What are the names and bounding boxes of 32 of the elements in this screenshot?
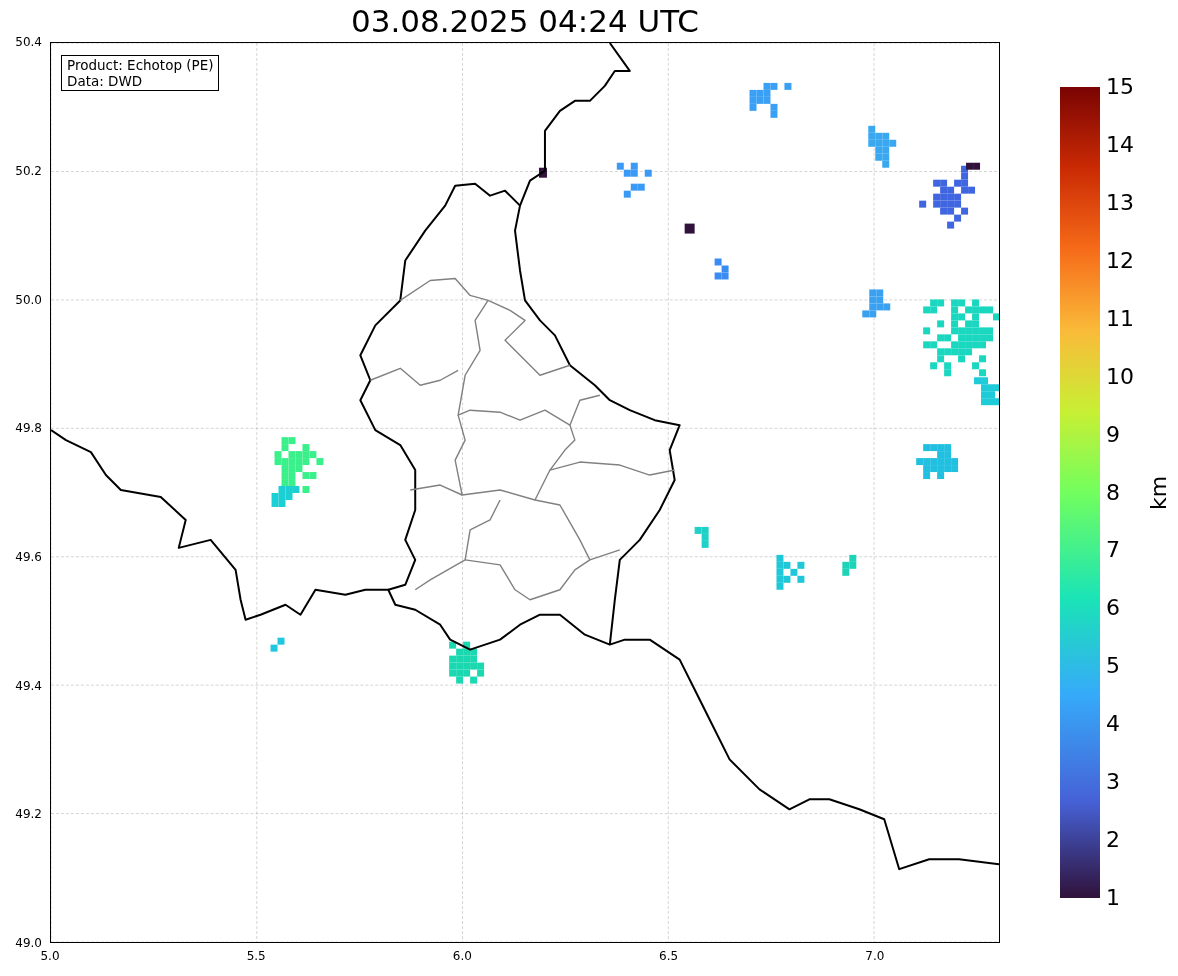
legend-text: Data: DWD — [67, 73, 144, 89]
colorbar-tick-label: 6 — [1106, 596, 1120, 621]
colorbar-tick-label: 15 — [1106, 75, 1134, 99]
chart-title: 03.08.2025 04:24 UTC — [351, 3, 699, 39]
colorbar-tick-label: 5 — [1106, 654, 1120, 679]
y-tick-label: 50.0 — [15, 292, 42, 307]
y-tick-label: 49.0 — [15, 936, 42, 950]
y-tick-label: 49.4 — [15, 678, 42, 693]
colorbar-tick-label: 13 — [1106, 190, 1134, 215]
x-tick-label: 5.0 — [40, 949, 60, 963]
colorbar-tick-label: 2 — [1106, 828, 1120, 853]
legend-text: Product: Echotop (PE) — [67, 57, 214, 73]
x-tick-label: 7.0 — [865, 949, 885, 963]
colorbar-tick-label: 1 — [1106, 886, 1120, 910]
colorbar-tick-label: 4 — [1106, 712, 1120, 737]
colorbar-tick-label: 8 — [1106, 480, 1120, 505]
x-tick-label: 6.0 — [452, 949, 472, 963]
colorbar-tick-label: 10 — [1106, 364, 1134, 389]
colorbar-tick-label: 9 — [1106, 422, 1120, 447]
x-tick-label: 6.5 — [659, 949, 679, 963]
y-tick-label: 50.4 — [15, 35, 42, 50]
colorbar-tick-label: 14 — [1106, 132, 1134, 157]
colorbar-tick-label: 3 — [1106, 770, 1120, 795]
colorbar-tick-label: 7 — [1106, 538, 1120, 563]
colorbar-label: km — [1146, 475, 1173, 510]
y-tick-label: 49.8 — [15, 421, 42, 436]
x-tick-label: 5.5 — [246, 949, 266, 963]
colorbar-tick-label: 11 — [1106, 306, 1134, 331]
y-tick-label: 49.2 — [15, 807, 42, 822]
y-tick-label: 49.6 — [15, 549, 42, 564]
colorbar-tick-label: 12 — [1106, 248, 1134, 273]
y-tick-label: 50.2 — [15, 163, 42, 178]
